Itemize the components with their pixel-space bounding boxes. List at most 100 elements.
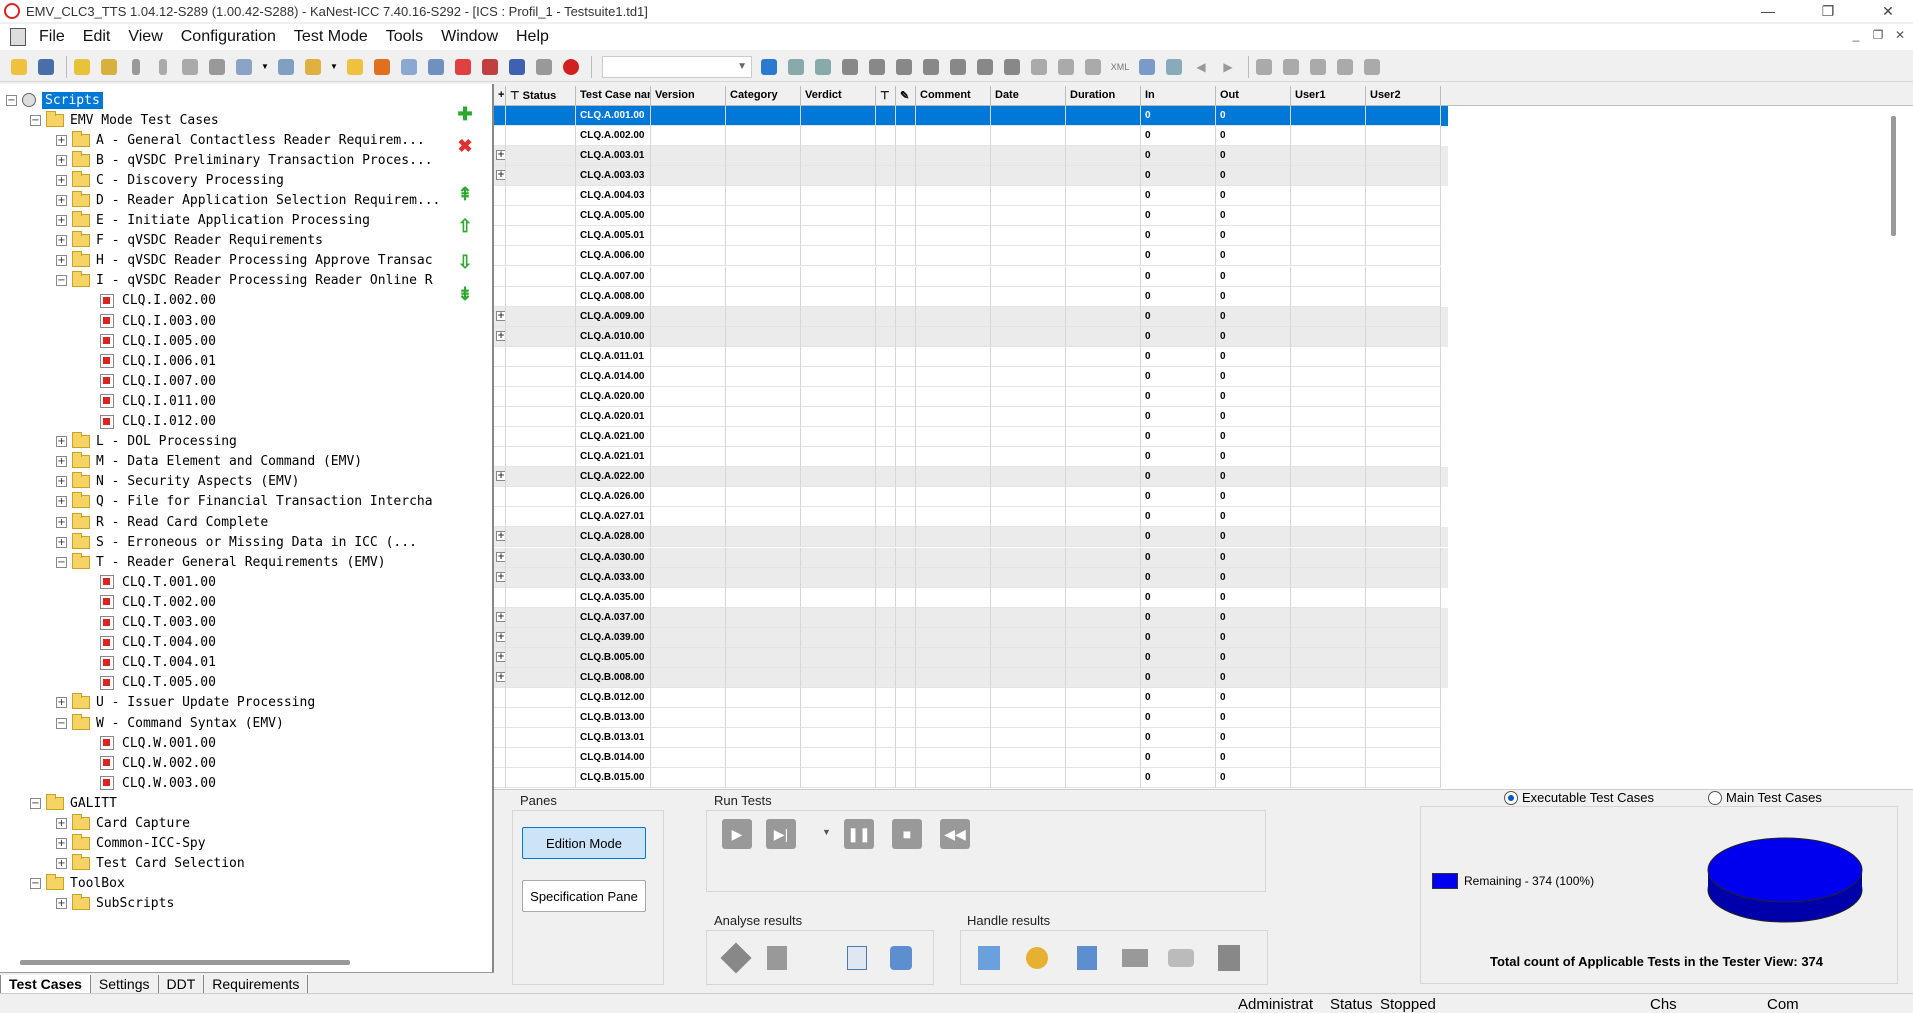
row-expand-icon[interactable]: +: [496, 471, 505, 482]
table-row[interactable]: + CLQ.A.037.00 0 0: [494, 607, 1448, 628]
tool-icon[interactable]: [206, 56, 228, 78]
zoom-icon[interactable]: [275, 56, 297, 78]
column-comment[interactable]: Comment: [916, 86, 991, 106]
add-icon[interactable]: ✚: [455, 104, 475, 124]
tree-folder-item[interactable]: + Common-ICC-Spy: [56, 834, 206, 854]
stop-record-icon[interactable]: [452, 56, 474, 78]
row-expand-icon[interactable]: +: [496, 150, 505, 161]
mdi-close-button[interactable]: ✕: [1890, 28, 1910, 42]
battery-icon[interactable]: [125, 56, 147, 78]
binoculars-icon-6[interactable]: [974, 56, 996, 78]
book-icon[interactable]: [762, 943, 792, 973]
export-computer-icon[interactable]: [1214, 943, 1244, 973]
arrow-right-icon[interactable]: ▶: [1217, 56, 1239, 78]
expand-icon[interactable]: +: [56, 194, 67, 206]
table-row[interactable]: + CLQ.A.033.00 0 0: [494, 567, 1448, 588]
move-down-icon[interactable]: ⇩: [455, 252, 475, 272]
filter-icon[interactable]: ⊤: [510, 90, 523, 102]
bug-icon[interactable]: [1022, 943, 1052, 973]
table-row[interactable]: CLQ.A.011.01 0 0: [494, 346, 1448, 367]
gear-document-icon[interactable]: [842, 943, 872, 973]
tree-folder-item[interactable]: − GALITT: [30, 793, 117, 813]
table-row[interactable]: CLQ.A.014.00 0 0: [494, 366, 1448, 387]
folder-icon[interactable]: [1120, 943, 1150, 973]
tree-script-item[interactable]: CLQ.I.005.00: [100, 331, 216, 351]
table-row[interactable]: CLQ.B.013.00 0 0: [494, 708, 1448, 729]
table-row[interactable]: CLQ.A.005.01 0 0: [494, 226, 1448, 247]
expand-icon[interactable]: +: [56, 215, 67, 226]
expand-all-icon[interactable]: +: [494, 86, 506, 106]
tree-script-item[interactable]: CLQ.I.012.00: [100, 412, 216, 432]
step-button[interactable]: ▶|: [766, 819, 796, 849]
tree-folder-item[interactable]: + E - Initiate Application Processing: [56, 211, 370, 231]
document-icon[interactable]: [10, 28, 26, 46]
table-row[interactable]: CLQ.A.035.00 0 0: [494, 587, 1448, 608]
column-user2[interactable]: User2: [1366, 86, 1441, 106]
table-row[interactable]: CLQ.B.014.00 0 0: [494, 748, 1448, 769]
table-row[interactable]: + CLQ.A.003.01 0 0: [494, 146, 1448, 167]
bomb-icon[interactable]: [560, 56, 582, 78]
dropdown-arrow-icon-2[interactable]: ▼: [329, 56, 339, 78]
move-bottom-icon[interactable]: ⇟: [455, 284, 475, 304]
tree-folder-item[interactable]: + Q - File for Financial Transaction Inte…: [56, 492, 433, 512]
expand-icon[interactable]: +: [56, 154, 67, 166]
binoculars-icon-1[interactable]: [839, 56, 861, 78]
tree-folder-item[interactable]: − I - qVSDC Reader Processing Reader Onli…: [56, 271, 433, 291]
expand-icon[interactable]: +: [56, 838, 67, 850]
tree-script-item[interactable]: CLQ.I.003.00: [100, 311, 216, 331]
menu-edit[interactable]: Edit: [74, 28, 120, 46]
table-row[interactable]: CLQ.A.005.00 0 0: [494, 206, 1448, 227]
break-icon[interactable]: [371, 56, 393, 78]
pause-button[interactable]: ❚❚: [844, 819, 874, 849]
collapse-icon[interactable]: −: [6, 94, 17, 106]
binoculars-icon-7[interactable]: [1001, 56, 1023, 78]
tree-script-item[interactable]: CLQ.W.001.00: [100, 733, 216, 753]
tree-folder-item[interactable]: − EMV Mode Test Cases: [30, 110, 219, 130]
table-row[interactable]: CLQ.A.020.00 0 0: [494, 386, 1448, 407]
table-row[interactable]: + CLQ.B.005.00 0 0: [494, 647, 1448, 668]
tree-script-item[interactable]: CLQ.I.002.00: [100, 291, 216, 311]
export-icon-4[interactable]: [1334, 56, 1356, 78]
row-expand-icon[interactable]: +: [496, 651, 505, 662]
main-test-cases-radio[interactable]: Main Test Cases: [1708, 790, 1822, 805]
expand-icon[interactable]: +: [56, 516, 67, 528]
close-button[interactable]: ✕: [1865, 0, 1911, 22]
table-row[interactable]: + CLQ.A.003.03 0 0: [494, 166, 1448, 187]
lightning-icon[interactable]: [71, 56, 93, 78]
record-icon[interactable]: [479, 56, 501, 78]
tab-settings[interactable]: Settings: [89, 975, 159, 994]
column-duration[interactable]: Duration: [1066, 86, 1141, 106]
tree-script-item[interactable]: CLQ.W.003.00: [100, 773, 216, 793]
layers-icon[interactable]: [720, 942, 752, 974]
tree-script-item[interactable]: CLQ.T.004.00: [100, 633, 216, 653]
tree-script-item[interactable]: CLQ.I.011.00: [100, 391, 216, 411]
diamond-icon[interactable]: [1163, 56, 1185, 78]
tree-folder-item[interactable]: + C - Discovery Processing: [56, 170, 284, 190]
filter-icon[interactable]: [758, 56, 780, 78]
row-expand-icon[interactable]: +: [496, 671, 505, 682]
tree-script-item[interactable]: CLQ.T.001.00: [100, 572, 216, 592]
align-icon-3[interactable]: [1082, 56, 1104, 78]
menu-help[interactable]: Help: [507, 28, 558, 46]
row-expand-icon[interactable]: +: [496, 551, 505, 562]
expand-icon[interactable]: +: [56, 174, 67, 186]
table-row[interactable]: CLQ.A.004.03 0 0: [494, 186, 1448, 207]
expand-icon[interactable]: +: [56, 134, 67, 146]
expand-icon[interactable]: +: [56, 476, 67, 488]
table-row[interactable]: CLQ.A.007.00 0 0: [494, 266, 1448, 287]
column-out[interactable]: Out: [1216, 86, 1291, 106]
wrench-icon[interactable]: [179, 56, 201, 78]
table-row[interactable]: CLQ.A.006.00 0 0: [494, 246, 1448, 267]
column-verdict[interactable]: Verdict: [801, 86, 876, 106]
folder-check-icon[interactable]: [302, 56, 324, 78]
tab-ddt[interactable]: DDT: [157, 975, 205, 994]
screen-icon[interactable]: [506, 56, 528, 78]
tree-script-item[interactable]: CLQ.I.007.00: [100, 371, 216, 391]
table-row[interactable]: CLQ.A.021.01 0 0: [494, 447, 1448, 468]
menu-tools[interactable]: Tools: [377, 28, 432, 46]
grid-icon[interactable]: [1136, 56, 1158, 78]
window-icon-2[interactable]: [425, 56, 447, 78]
expand-icon[interactable]: +: [56, 697, 67, 709]
tree-script-item[interactable]: CLQ.T.002.00: [100, 592, 216, 612]
mdi-restore-button[interactable]: ❐: [1868, 28, 1888, 42]
